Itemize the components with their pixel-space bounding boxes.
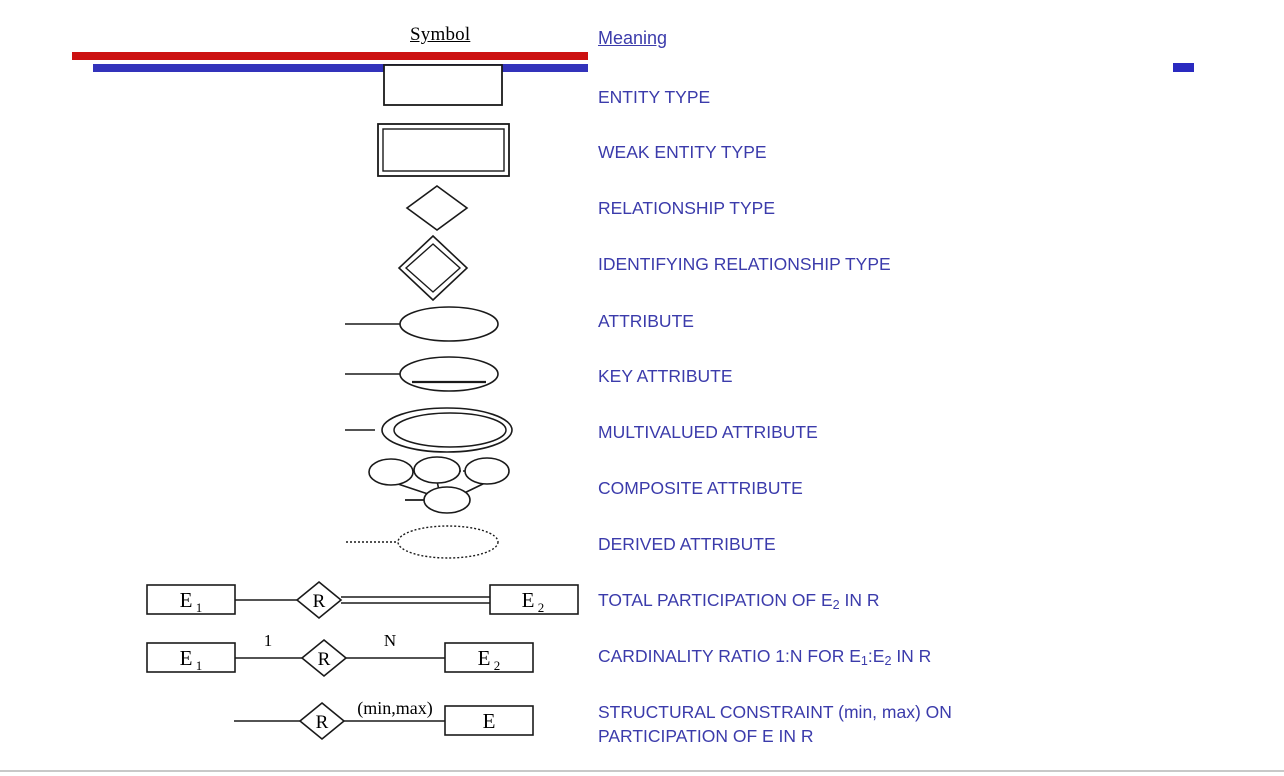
blue-divider-bar — [93, 64, 588, 72]
svg-text:1: 1 — [196, 600, 203, 615]
symbol-cardinality-ratio: E 1 1 R N E 2 — [146, 631, 534, 678]
symbol-derived-attribute — [346, 525, 499, 559]
symbol-relationship-type — [405, 185, 469, 231]
svg-text:2: 2 — [494, 658, 501, 673]
symbol-weak-entity-type — [377, 123, 510, 177]
symbol-attribute — [345, 306, 499, 342]
footer-divider — [0, 770, 1284, 772]
cardinality-text-pre: CARDINALITY RATIO 1:N FOR E — [598, 646, 861, 666]
meaning-attribute: ATTRIBUTE — [598, 311, 694, 331]
meaning-multivalued-attribute: MULTIVALUED ATTRIBUTE — [598, 422, 818, 442]
meaning-relationship-type: RELATIONSHIP TYPE — [598, 198, 775, 218]
cardinality-subscript-1: 1 — [860, 654, 868, 669]
symbol-multivalued-attribute — [345, 407, 513, 453]
total-participation-text-post: IN R — [839, 590, 880, 610]
svg-text:1: 1 — [196, 658, 203, 673]
svg-text:R: R — [313, 591, 326, 612]
structural-constraint-line-1: STRUCTURAL CONSTRAINT (min, max) ON — [598, 702, 952, 722]
meaning-key-attribute: KEY ATTRIBUTE — [598, 366, 733, 386]
meaning-identifying-relationship-type: IDENTIFYING RELATIONSHIP TYPE — [598, 254, 891, 274]
symbol-structural-constraint: R (min,max) E — [234, 698, 534, 741]
symbol-identifying-relationship-type — [397, 234, 469, 302]
meaning-cardinality-ratio: CARDINALITY RATIO 1:N FOR E1:E2 IN R — [598, 644, 931, 673]
red-divider-bar — [72, 52, 588, 60]
svg-text:E: E — [180, 646, 193, 670]
column-header-meaning: Meaning — [598, 28, 668, 48]
symbol-total-participation: E 1 R E 2 — [146, 580, 579, 620]
meaning-total-participation: TOTAL PARTICIPATION OF E2 IN R — [598, 588, 880, 617]
total-participation-text-pre: TOTAL PARTICIPATION OF E — [598, 590, 833, 610]
svg-text:E: E — [522, 588, 535, 612]
svg-text:R: R — [316, 712, 329, 733]
structural-constraint-line-2: PARTICIPATION OF E IN R — [598, 726, 814, 746]
cardinality-text-post: IN R — [891, 646, 932, 666]
svg-text:(min,max): (min,max) — [357, 698, 432, 719]
svg-text:E: E — [478, 646, 491, 670]
meaning-entity-type: ENTITY TYPE — [598, 87, 711, 107]
total-participation-subscript: 2 — [832, 598, 840, 613]
svg-text:R: R — [318, 649, 331, 670]
slide-canvas: Symbol Meaning E 1 R E 2 E 1 1 R N E 2 R… — [0, 0, 1284, 776]
meaning-derived-attribute: DERIVED ATTRIBUTE — [598, 534, 776, 554]
meaning-weak-entity-type: WEAK ENTITY TYPE — [598, 142, 767, 162]
svg-text:N: N — [384, 631, 396, 650]
symbol-key-attribute — [345, 356, 499, 392]
svg-text:E: E — [483, 709, 496, 733]
meaning-structural-constraint: STRUCTURAL CONSTRAINT (min, max) ON PART… — [598, 700, 952, 748]
meaning-composite-attribute: COMPOSITE ATTRIBUTE — [598, 478, 803, 498]
svg-text:1: 1 — [264, 631, 273, 650]
svg-text:2: 2 — [538, 600, 545, 615]
column-header-symbol: Symbol — [410, 24, 471, 45]
cardinality-text-mid: :E — [867, 646, 885, 666]
blue-dash-marker — [1173, 63, 1194, 72]
svg-text:E: E — [180, 588, 193, 612]
symbol-composite-attribute — [368, 456, 510, 514]
